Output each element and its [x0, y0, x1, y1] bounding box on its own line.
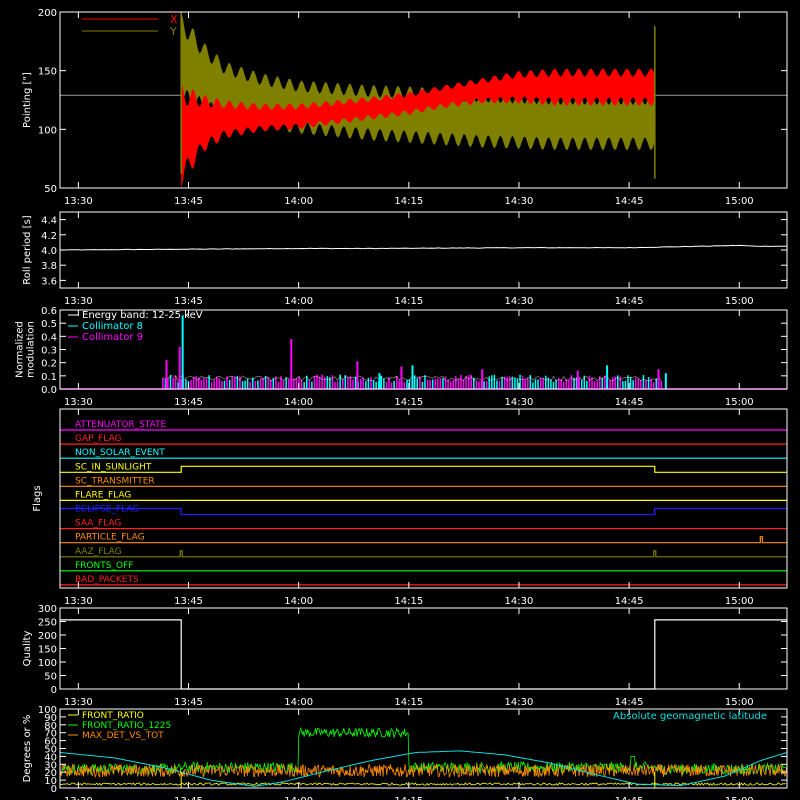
roll-x-tick-label: 14:15: [394, 296, 423, 307]
flag-sc-transmitter-label: SC_TRANSMITTER: [75, 476, 155, 486]
pointing-x-tick-label: 14:30: [505, 196, 534, 207]
flag-gap-flag-label: GAP_FLAG: [75, 434, 121, 444]
pointing-x-tick-label: 14:45: [615, 196, 644, 207]
flag-saa-flag-label: SAA_FLAG: [75, 519, 121, 529]
roll-x-tick-label: 13:45: [174, 296, 203, 307]
roll-x-tick-label: 14:30: [505, 296, 534, 307]
roll-y-axis-label: Roll period [s]: [22, 215, 33, 284]
flags-x-tick-label: 14:30: [505, 596, 534, 607]
modulation-x-tick-label: 14:15: [394, 397, 423, 408]
legend-y-label: Y: [169, 25, 177, 38]
flag-non-solar-event-label: NON_SOLAR_EVENT: [75, 448, 165, 458]
pointing-y-axis-label: Pointing ["]: [22, 72, 33, 128]
flag-particle-flag-label: PARTICLE_FLAG: [75, 533, 145, 543]
flags-x-tick-label: 14:45: [615, 596, 644, 607]
roll-x-tick-label: 15:00: [725, 296, 754, 307]
roll-x-tick-label: 14:00: [284, 296, 313, 307]
modulation-y-tick-label: 0.3: [41, 346, 57, 357]
figure: 13:30 13:45 14:00 14:15 14:30 14:45 15:00 50 100…: [0, 0, 800, 800]
quality-y-tick-label: 250: [38, 618, 57, 629]
quality-x-tick-label: 14:45: [615, 697, 644, 708]
modulation-y-axis-label: modulation: [26, 321, 37, 378]
flags-x-tick-label: 13:30: [64, 596, 93, 607]
ratios-x-tick-label: 13:45: [174, 796, 203, 800]
pointing-x-tick-label: 13:30: [64, 196, 93, 207]
flag-bad-packets-label: BAD_PACKETS: [75, 575, 139, 585]
flag-fronts-off-label: FRONTS_OFF: [75, 561, 133, 571]
roll-y-tick-label: 3.8: [41, 261, 57, 272]
pointing-x-tick-label: 14:15: [394, 196, 423, 207]
modulation-y-tick-label: 0.4: [41, 332, 57, 343]
roll-y-tick-label: 4.0: [41, 246, 57, 257]
modulation-x-tick-label: 14:30: [505, 397, 534, 408]
ratios-y-axis-label: Degrees or %: [22, 715, 33, 783]
flag-attenuator-state-label: ATTENUATOR_STATE: [75, 420, 167, 430]
modulation-x-tick-label: 13:30: [64, 397, 93, 408]
quality-x-tick-label: 13:30: [64, 697, 93, 708]
pointing-y-tick-label: 150: [38, 67, 57, 78]
ratios-x-tick-label: 13:30: [64, 796, 93, 800]
flags-x-tick-label: 14:15: [394, 596, 423, 607]
roll-x-tick-label: 14:45: [615, 296, 644, 307]
legend-energy-band-12-25-kev-label: Energy band: 12-25 keV: [82, 310, 203, 321]
ratios-x-tick-label: 14:30: [505, 796, 534, 800]
modulation-y-tick-label: 0.5: [41, 319, 57, 330]
modulation-y-tick-label: 0.0: [41, 385, 57, 396]
quality-y-tick-label: 200: [38, 631, 57, 642]
quality-y-tick-label: 0: [51, 685, 57, 696]
quality-y-axis-label: Quality: [22, 631, 33, 667]
flags-x-tick-label: 14:00: [284, 596, 313, 607]
modulation-y-tick-label: 0.1: [41, 372, 57, 383]
modulation-y-axis-label: Normalized: [15, 321, 26, 378]
modulation-x-tick-label: 14:00: [284, 397, 313, 408]
quality-y-tick-label: 300: [38, 604, 57, 615]
quality-x-tick-label: 14:15: [394, 697, 423, 708]
pointing-x-tick-label: 13:45: [174, 196, 203, 207]
flag-aaz-flag-label: AAZ_FLAG: [75, 547, 122, 557]
pointing-y-tick-label: 50: [44, 184, 57, 195]
roll-x-tick-label: 13:30: [64, 296, 93, 307]
pointing-y-tick-label: 200: [38, 8, 57, 19]
flag-flare-flag-label: FLARE_FLAG: [75, 490, 131, 500]
pointing-y-tick-label: 100: [38, 125, 57, 136]
quality-x-tick-label: 15:00: [725, 697, 754, 708]
modulation-x-tick-label: 13:45: [174, 397, 203, 408]
quality-x-tick-label: 14:30: [505, 697, 534, 708]
legend-max-det-vs-tot-label: MAX_DET_VS_TOT: [82, 731, 164, 741]
quality-y-tick-label: 50: [44, 672, 57, 683]
quality-y-tick-label: 150: [38, 645, 57, 656]
legend-front-ratio-label: FRONT_RATIO: [82, 711, 144, 721]
flags-x-tick-label: 13:45: [174, 596, 203, 607]
roll-y-tick-label: 3.6: [41, 276, 57, 287]
roll-y-tick-label: 4.4: [41, 216, 57, 227]
legend-collimator-9-label: Collimator 9: [82, 332, 143, 343]
pointing-x-tick-label: 15:00: [725, 196, 754, 207]
modulation-y-tick-label: 0.6: [41, 306, 57, 317]
flag-sc-in-sunlight-label: SC_IN_SUNLIGHT: [75, 462, 152, 472]
ratios-x-tick-label: 15:00: [725, 796, 754, 800]
pointing-x-tick-label: 14:00: [284, 196, 313, 207]
geomagnetic-latitude-label: Absolute geomagnetic latitude: [613, 711, 767, 722]
modulation-x-tick-label: 15:00: [725, 397, 754, 408]
ratios-y-tick-label: 100: [38, 705, 57, 716]
modulation-y-tick-label: 0.2: [41, 359, 57, 370]
quality-x-tick-label: 13:45: [174, 697, 203, 708]
quality-y-tick-label: 100: [38, 658, 57, 669]
flags-y-axis-label: Flags: [32, 485, 43, 511]
ratios-x-tick-label: 14:00: [284, 796, 313, 800]
flag-eclipse-flag-label: ECLIPSE_FLAG: [75, 505, 139, 515]
legend-collimator-8-label: Collimator 8: [82, 321, 143, 332]
roll-y-tick-label: 4.2: [41, 231, 57, 242]
legend-front-ratio-1225-label: FRONT_RATIO_1225: [82, 721, 171, 731]
modulation-x-tick-label: 14:45: [615, 397, 644, 408]
quality-x-tick-label: 14:00: [284, 697, 313, 708]
flags-x-tick-label: 15:00: [725, 596, 754, 607]
ratios-x-tick-label: 14:45: [615, 796, 644, 800]
ratios-x-tick-label: 14:15: [394, 796, 423, 800]
